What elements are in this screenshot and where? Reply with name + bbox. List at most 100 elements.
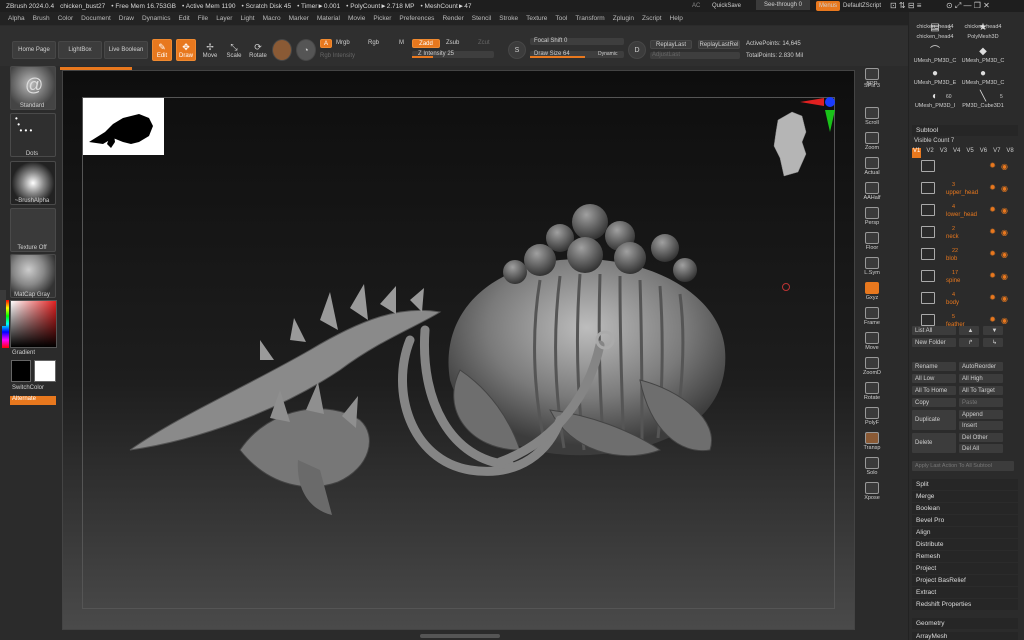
section-project-basrelief[interactable]: Project BasRelief [912,575,1018,586]
quicksave-button[interactable]: QuickSave [712,3,741,9]
folder-icon[interactable] [921,292,935,304]
folder-icon[interactable] [921,226,935,238]
arrow-down-icon[interactable]: ▼ [983,326,1003,335]
tool-tile-5[interactable]: ⌒ UMesh_PM3D_C [912,46,958,68]
solo-button[interactable]: Solo [861,457,883,479]
menu-texture[interactable]: Texture [526,15,547,22]
folder-icon[interactable] [921,270,935,282]
zoom-button[interactable]: Zoom [861,132,883,154]
menu-material[interactable]: Material [317,15,340,22]
tool-tile-4[interactable]: ★ PolyMesh3D [960,22,1006,44]
zcut-button[interactable]: Zcut [478,40,490,46]
gear-icon[interactable]: ✹ [989,249,996,258]
folder-icon[interactable] [921,182,935,194]
tool-tile-3[interactable]: ▤ chicken_head4 [912,22,958,44]
version-tab-v2[interactable]: V2 [925,148,934,158]
all-low-button[interactable]: All Low [912,374,956,383]
geometry-header[interactable]: Geometry [912,618,1018,629]
transp-button[interactable]: Transp [861,432,883,454]
gxyz-button[interactable]: Gxyz [861,282,883,304]
version-tab-v7[interactable]: V7 [992,148,1001,158]
section-split[interactable]: Split [912,479,1018,490]
folder-icon[interactable] [921,248,935,260]
new-folder-button[interactable]: New Folder [912,338,956,347]
adjust-last-slider[interactable]: AdjustLast [650,52,740,59]
visible-count-slider[interactable]: Visible Count 7 [914,138,954,144]
eye-icon[interactable]: ◉ [1001,250,1008,259]
subtool-row[interactable]: 4 lower_head ✹ ◉ [914,202,1012,222]
menu-alpha[interactable]: Alpha [8,15,25,22]
gear-icon[interactable]: ✹ [989,227,996,236]
color-picker[interactable] [10,300,57,348]
rotate-button[interactable]: Rotate [861,382,883,404]
eye-icon[interactable]: ◉ [1001,294,1008,303]
move-down-icon[interactable]: ↳ [983,338,1003,347]
folder-icon[interactable] [921,160,935,172]
menu-color[interactable]: Color [58,15,74,22]
menu-picker[interactable]: Picker [373,15,391,22]
gear-icon[interactable]: ✹ [989,315,996,324]
eye-icon[interactable]: ◉ [1001,228,1008,237]
section-merge[interactable]: Merge [912,491,1018,502]
left-scroll-handle[interactable] [0,290,6,326]
gradient-label[interactable]: Gradient [0,350,56,356]
duplicate-button[interactable]: Duplicate [912,410,956,430]
spix-3-button[interactable]: SPix 3 [861,82,883,104]
gear-icon[interactable]: ✹ [989,183,996,192]
menu-tool[interactable]: Tool [555,15,567,22]
mrgb-button[interactable]: Mrgb [336,40,350,46]
draw-size-slider[interactable]: Draw Size 64 Dynamic [530,51,624,58]
apply-last-action-button[interactable]: Apply Last Action To All Subtool [912,461,1014,471]
l-sym-button[interactable]: L.Sym [861,257,883,279]
section-align[interactable]: Align [912,527,1018,538]
menu-render[interactable]: Render [442,15,463,22]
move-button[interactable]: ✢ Move [200,39,220,61]
secondary-color-swatch[interactable] [34,360,56,382]
replay-last-button[interactable]: ReplayLast [650,40,692,49]
subtool-row[interactable]: 17 spine ✹ ◉ [914,268,1012,288]
eye-icon[interactable]: ◉ [1001,184,1008,193]
eye-icon[interactable]: ◉ [1001,272,1008,281]
rgb-intensity-slider[interactable]: Rgb Intensity [320,53,355,59]
rgb-button[interactable]: Rgb [368,40,379,46]
version-tab-v4[interactable]: V4 [952,148,961,158]
replay-last-rel-button[interactable]: ReplayLastRel [698,40,740,49]
window-buttons-icon[interactable]: ⊙ ⤢ — ❐ ✕ [946,1,990,11]
gear-icon[interactable]: ✹ [989,271,996,280]
append-button[interactable]: Append [959,410,1003,419]
gear-icon[interactable]: ✹ [989,161,996,170]
tool-tile-6[interactable]: ◆ UMesh_PM3D_C [960,46,1006,68]
subtool-row[interactable]: ✹ ◉ [914,158,1012,178]
eye-icon[interactable]: ◉ [1001,206,1008,215]
z-intensity-slider[interactable]: Z Intensity 25 [412,51,494,58]
menu-macro[interactable]: Macro [263,15,281,22]
menu-stencil[interactable]: Stencil [472,15,492,22]
zsub-button[interactable]: Zsub [446,40,459,46]
menu-brush[interactable]: Brush [33,15,50,22]
tool-tile-7[interactable]: ● UMesh_PM3D_E [912,68,958,90]
all-high-button[interactable]: All High [959,374,1003,383]
default-zscript[interactable]: DefaultZScript [843,3,881,9]
rename-button[interactable]: Rename [912,362,956,371]
menu-file[interactable]: File [198,15,208,22]
section-redshift-properties[interactable]: Redshift Properties [912,599,1018,610]
sculpt-model[interactable] [120,200,740,530]
subtool-header[interactable]: Subtool [912,125,1018,136]
subtool-row[interactable]: 3 upper_head ✹ ◉ [914,180,1012,200]
menu-help[interactable]: Help [670,15,683,22]
folder-icon[interactable] [921,314,935,326]
insert-button[interactable]: Insert [959,421,1003,430]
xpose-button[interactable]: Xpose [861,482,883,504]
version-tab-v5[interactable]: V5 [965,148,974,158]
tool-tile-8[interactable]: ● UMesh_PM3D_C [960,68,1006,90]
alternate-button[interactable]: Alternate [10,396,56,405]
version-tab-v6[interactable]: V6 [979,148,988,158]
menu-stroke[interactable]: Stroke [499,15,518,22]
sphere-brush-icon[interactable]: ◔ [296,39,316,61]
a-button[interactable]: A [320,39,332,48]
menu-zscript[interactable]: Zscript [642,15,662,22]
arrow-up-icon[interactable]: ▲ [959,326,979,335]
menu-dynamics[interactable]: Dynamics [142,15,171,22]
copy-button[interactable]: Copy [912,398,956,407]
floor-button[interactable]: Floor [861,232,883,254]
